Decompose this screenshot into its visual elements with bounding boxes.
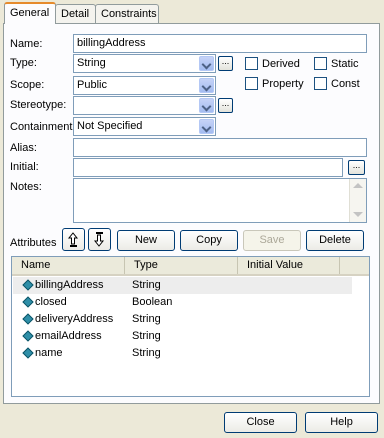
notes-scrollbar[interactable]	[349, 179, 366, 222]
attributes-list[interactable]: Name Type Initial Value billingAddress S…	[11, 256, 370, 397]
row-type: String	[132, 347, 161, 359]
attribute-gem-icon	[22, 347, 34, 359]
type-label: Type:	[10, 57, 37, 69]
initial-label: Initial:	[10, 161, 39, 173]
row-type: String	[132, 330, 161, 342]
move-down-icon	[93, 232, 105, 247]
stereotype-label: Stereotype:	[10, 99, 67, 111]
alias-field[interactable]	[73, 138, 367, 157]
scroll-down-icon[interactable]	[353, 212, 363, 217]
property-checkbox[interactable]	[245, 77, 258, 90]
table-row[interactable]: emailAddress String	[13, 328, 352, 345]
initial-field[interactable]	[73, 158, 343, 177]
containment-value: Not Specified	[77, 120, 143, 132]
row-type: String	[132, 279, 161, 291]
scope-combo[interactable]: Public	[73, 76, 216, 95]
attribute-gem-icon	[22, 330, 34, 342]
const-checkbox[interactable]	[314, 77, 327, 90]
column-initial-value[interactable]: Initial Value	[238, 257, 340, 274]
row-name: closed	[35, 296, 67, 308]
scope-label: Scope:	[10, 79, 45, 91]
alias-label: Alias:	[10, 142, 37, 154]
row-name: name	[35, 347, 63, 359]
row-name: deliveryAddress	[35, 313, 114, 325]
initial-browse-button[interactable]: ...	[348, 160, 365, 175]
row-name: emailAddress	[35, 330, 102, 342]
derived-label: Derived	[262, 58, 300, 70]
close-button[interactable]: Close	[224, 412, 297, 433]
table-row[interactable]: deliveryAddress String	[13, 311, 352, 328]
static-label: Static	[331, 58, 359, 70]
stereotype-browse-button[interactable]: ...	[218, 98, 233, 113]
name-label: Name:	[10, 38, 43, 50]
const-label: Const	[331, 78, 360, 90]
move-up-button[interactable]	[62, 228, 85, 251]
notes-label: Notes:	[10, 181, 42, 193]
derived-checkbox[interactable]	[245, 57, 258, 70]
save-button[interactable]: Save	[243, 230, 301, 251]
delete-button[interactable]: Delete	[306, 230, 364, 251]
type-value: String	[77, 57, 106, 69]
property-label: Property	[262, 78, 304, 90]
move-down-button[interactable]	[88, 228, 111, 251]
containment-label: Containment:	[10, 121, 76, 133]
combo-arrow-icon[interactable]	[199, 98, 214, 113]
type-combo[interactable]: String	[73, 54, 216, 73]
row-type: Boolean	[132, 296, 173, 308]
column-type[interactable]: Type	[125, 257, 238, 274]
tab-general[interactable]: General	[4, 2, 56, 24]
table-row[interactable]: name String	[13, 345, 352, 362]
tab-constraints[interactable]: Constraints	[95, 4, 159, 24]
scope-value: Public	[77, 79, 107, 91]
column-name[interactable]: Name	[12, 257, 125, 274]
help-button[interactable]: Help	[305, 412, 378, 433]
table-row[interactable]: closed Boolean	[13, 294, 352, 311]
scroll-up-icon[interactable]	[353, 183, 363, 188]
name-field[interactable]: billingAddress	[73, 34, 367, 53]
copy-button[interactable]: Copy	[180, 230, 238, 251]
combo-arrow-icon[interactable]	[199, 56, 214, 71]
table-row[interactable]: billingAddress String	[13, 277, 352, 294]
attributes-label: Attributes	[10, 237, 57, 249]
tab-detail[interactable]: Detail	[55, 4, 96, 24]
new-button[interactable]: New	[117, 230, 175, 251]
attribute-gem-icon	[22, 296, 34, 308]
move-up-icon	[67, 232, 79, 247]
attribute-gem-icon	[22, 313, 34, 325]
stereotype-combo[interactable]	[73, 96, 216, 115]
notes-textarea[interactable]	[73, 178, 367, 223]
row-type: String	[132, 313, 161, 325]
type-browse-button[interactable]: ...	[218, 56, 233, 71]
static-checkbox[interactable]	[314, 57, 327, 70]
combo-arrow-icon[interactable]	[199, 119, 214, 134]
combo-arrow-icon[interactable]	[199, 78, 214, 93]
list-header: Name Type Initial Value	[12, 257, 369, 276]
containment-combo[interactable]: Not Specified	[73, 117, 216, 136]
row-name: billingAddress	[35, 279, 104, 291]
attribute-gem-icon	[22, 279, 34, 291]
